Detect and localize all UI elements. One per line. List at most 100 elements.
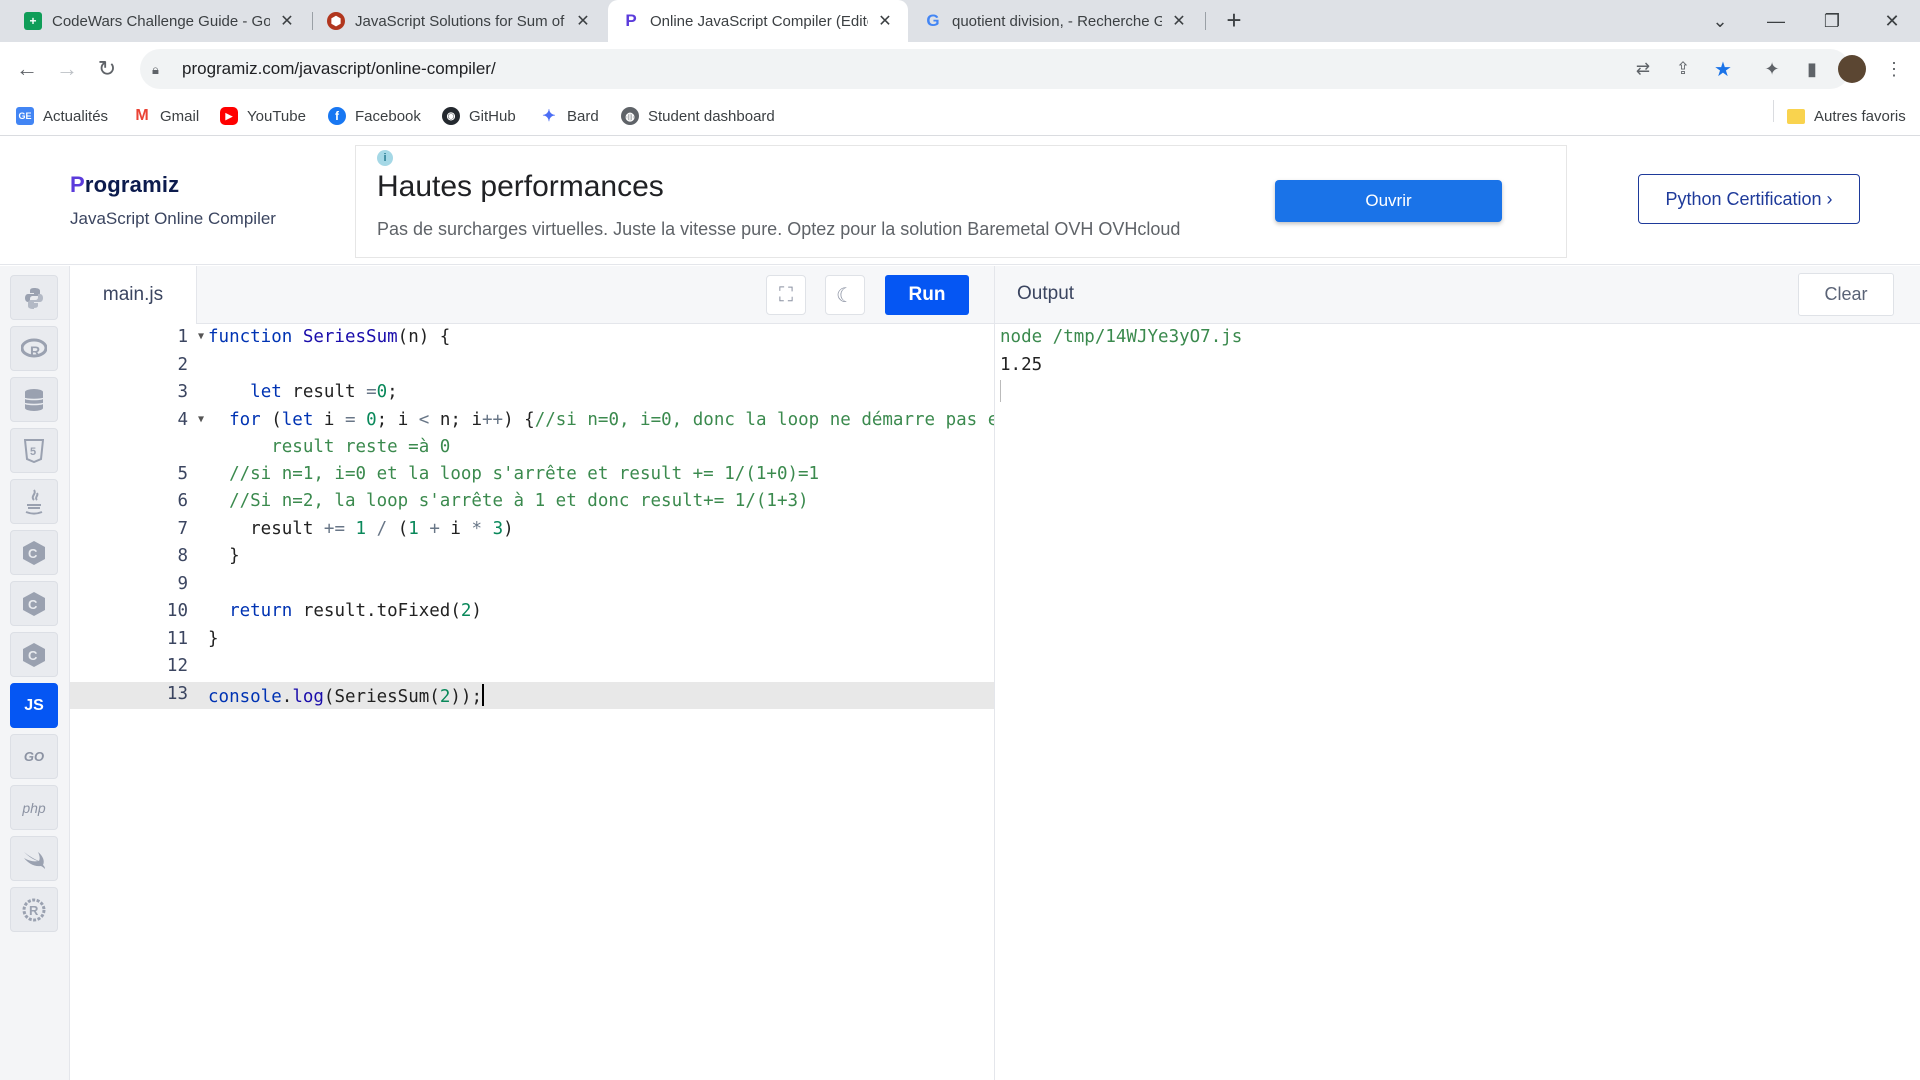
close-icon[interactable]: ✕: [1170, 11, 1188, 31]
line-number: 11: [166, 629, 188, 649]
browser-tabstrip: + CodeWars Challenge Guide - Go ✕ ⬢ Java…: [0, 0, 1920, 42]
python-certification-button[interactable]: Python Certification ›: [1638, 174, 1860, 224]
output-result: 1.25: [1000, 355, 1043, 375]
extensions-icon[interactable]: ✦: [1758, 55, 1786, 83]
c-icon[interactable]: C: [10, 530, 58, 575]
sql-icon[interactable]: [10, 377, 58, 422]
bookmark-star-icon[interactable]: ★: [1712, 58, 1734, 81]
new-tab-button[interactable]: +: [1220, 7, 1248, 35]
bookmark-label: Autres favoris: [1814, 107, 1906, 125]
code-token: result: [281, 382, 367, 402]
lock-icon[interactable]: 🔒︎: [152, 62, 166, 77]
code-line: //si n=1, i=0 et la loop s'arrête et res…: [208, 464, 819, 484]
close-icon[interactable]: ✕: [876, 11, 894, 31]
code-token: n; i: [429, 410, 483, 430]
bookmark-label: Actualités: [43, 107, 109, 125]
bookmark-gmail[interactable]: M Gmail: [133, 104, 199, 128]
share-icon[interactable]: ⇪: [1672, 58, 1694, 80]
sheets-icon: +: [24, 12, 42, 30]
code-token: *: [471, 519, 483, 539]
cpp-icon[interactable]: C: [10, 581, 58, 626]
bookmark-bard[interactable]: ✦ Bard: [540, 104, 599, 128]
output-title: Output: [1017, 283, 1075, 304]
code-token: ): [471, 601, 482, 621]
browser-tab-2[interactable]: ⬢ JavaScript Solutions for Sum of th ✕: [313, 0, 606, 42]
menu-icon[interactable]: ⋮: [1880, 55, 1908, 83]
run-button[interactable]: Run: [885, 275, 969, 315]
close-icon[interactable]: ✕: [278, 11, 296, 31]
code-line: for (let i = 0; i < n; i++) {//si n=0, i…: [208, 410, 1009, 430]
code-token: 2: [439, 687, 451, 707]
code-editor[interactable]: 1 ▼ 2 3 4 ▼ 5 6 7 8 9 10 11 12 13 function…: [70, 324, 1009, 1080]
address-bar[interactable]: 🔒︎ programiz.com/javascript/online-compi…: [140, 49, 1850, 89]
code-token: 0: [376, 382, 388, 402]
ad-open-button[interactable]: Ouvrir: [1275, 180, 1502, 222]
bookmark-label: Bard: [567, 107, 599, 125]
r-icon[interactable]: R: [10, 326, 58, 371]
side-panel-icon[interactable]: ▮: [1798, 55, 1826, 83]
bookmark-student-dashboard[interactable]: ◍ Student dashboard: [621, 104, 775, 128]
code-token: (SeriesSum(: [323, 687, 440, 707]
output-console[interactable]: node /tmp/14WJYe3yO7.js 1.25: [995, 324, 1920, 1080]
rust-icon[interactable]: R: [10, 887, 58, 932]
bookmark-label: YouTube: [247, 107, 306, 125]
close-icon[interactable]: ✕: [574, 11, 592, 31]
bookmark-youtube[interactable]: ▶ YouTube: [220, 104, 306, 128]
code-token: function: [208, 327, 303, 347]
code-line: console.log(SeriesSum(2));: [208, 684, 484, 707]
bookmark-github[interactable]: ◉ GitHub: [442, 104, 516, 128]
bookmark-other-favorites[interactable]: Autres favoris: [1787, 104, 1906, 128]
bookmark-facebook[interactable]: f Facebook: [328, 104, 421, 128]
back-icon[interactable]: ←: [12, 54, 42, 84]
python-icon[interactable]: [10, 275, 58, 320]
clear-button[interactable]: Clear: [1798, 273, 1894, 316]
html-icon[interactable]: 5: [10, 428, 58, 473]
bookmarks-bar: GE Actualités M Gmail ▶ YouTube f Facebo…: [0, 96, 1920, 136]
go-icon[interactable]: GO: [10, 734, 58, 779]
dark-mode-icon[interactable]: ☾: [825, 275, 865, 315]
tab-search-icon[interactable]: ⌄: [1692, 0, 1748, 42]
programiz-logo[interactable]: Programiz: [70, 172, 179, 198]
output-cursor: [1000, 380, 1001, 402]
reload-icon[interactable]: ↻: [92, 54, 122, 84]
code-token: i: [313, 410, 345, 430]
fold-arrow-icon[interactable]: ▼: [198, 331, 204, 342]
minimize-icon[interactable]: —: [1748, 0, 1804, 42]
logo-text: rogramiz: [84, 172, 180, 197]
bookmark-label: Student dashboard: [648, 107, 775, 125]
fold-arrow-icon[interactable]: ▼: [198, 414, 204, 425]
code-token: let: [281, 410, 314, 430]
file-tab-main-js[interactable]: main.js: [70, 266, 197, 324]
ad-banner[interactable]: i Hautes performances Pas de surcharges …: [355, 145, 1567, 258]
java-icon[interactable]: [10, 479, 58, 524]
tab-title: CodeWars Challenge Guide - Go: [52, 12, 270, 30]
fullscreen-icon[interactable]: ⛶: [766, 275, 806, 315]
output-command: node /tmp/14WJYe3yO7.js: [1000, 327, 1243, 347]
ad-headline[interactable]: Hautes performances: [377, 170, 664, 204]
translate-icon[interactable]: ⇄: [1632, 58, 1654, 80]
bookmark-actualites[interactable]: GE Actualités: [16, 104, 108, 128]
browser-tab-3[interactable]: P Online JavaScript Compiler (Edito ✕: [608, 0, 908, 42]
window-close-icon[interactable]: ✕: [1864, 0, 1920, 42]
swift-icon[interactable]: [10, 836, 58, 881]
browser-tab-4[interactable]: G quotient division, - Recherche Go ✕: [910, 0, 1202, 42]
browser-tab-1[interactable]: + CodeWars Challenge Guide - Go ✕: [10, 0, 310, 42]
csharp-icon[interactable]: C: [10, 632, 58, 677]
js-icon[interactable]: JS: [10, 683, 58, 728]
ad-info-icon[interactable]: i: [377, 150, 393, 166]
text-cursor: [481, 684, 484, 706]
code-line: }: [208, 629, 219, 649]
google-icon: G: [926, 11, 940, 30]
svg-text:C: C: [28, 546, 38, 561]
google-news-icon: GE: [16, 107, 34, 125]
github-icon: ◉: [442, 107, 460, 125]
profile-avatar[interactable]: [1838, 55, 1866, 83]
forward-icon[interactable]: →: [52, 54, 82, 84]
svg-text:C: C: [28, 648, 38, 663]
code-token: //Si n=2, la loop s'arrête à 1 et donc r…: [208, 491, 809, 511]
php-icon[interactable]: php: [10, 785, 58, 830]
restore-icon[interactable]: ❐: [1804, 0, 1860, 42]
